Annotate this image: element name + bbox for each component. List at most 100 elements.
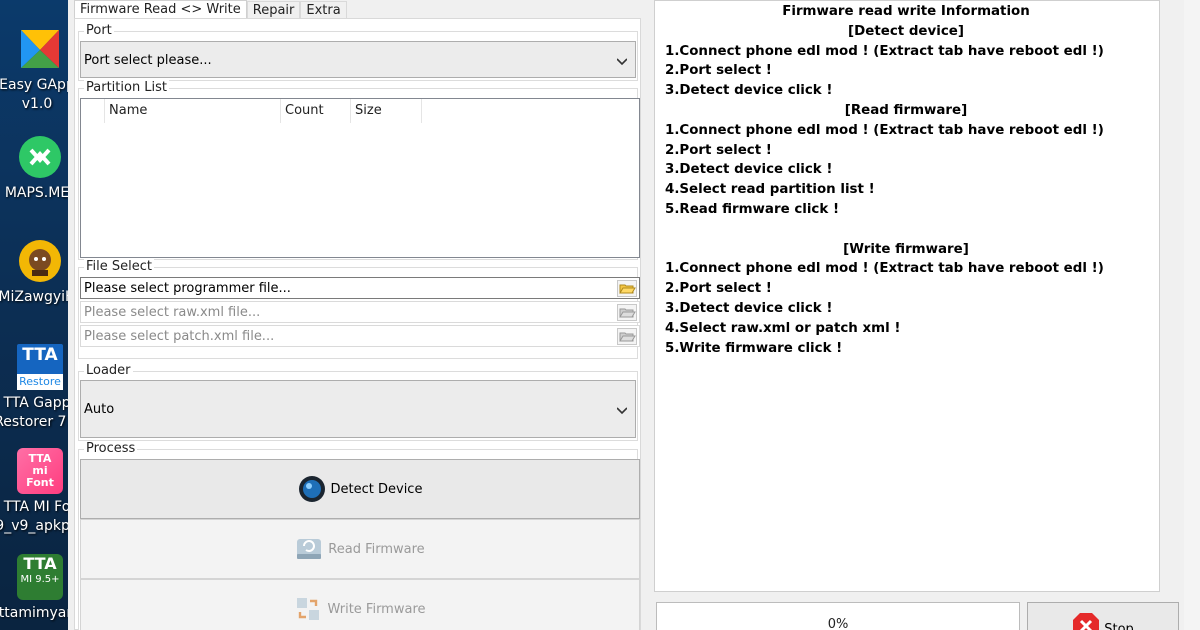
information-panel: Firmware read write Information [Detect …	[654, 0, 1160, 592]
patch-xml-browse-button[interactable]	[617, 328, 637, 345]
chevron-down-icon	[617, 58, 627, 66]
port-group: Port Port select please...	[78, 23, 638, 81]
progress-percent-label: 0%	[827, 617, 849, 630]
programmer-file-field[interactable]: Please select programmer file...	[80, 277, 640, 299]
folder-open-icon	[619, 332, 636, 342]
stop-label: Stop	[1104, 622, 1134, 630]
info-step: 3.Detect device click !	[665, 83, 833, 99]
loader-select-value: Auto	[84, 402, 115, 417]
port-group-title: Port	[84, 23, 114, 38]
icon-badge-text: TTA mi Font	[26, 452, 54, 489]
icon-badge-subtext: Restore	[17, 374, 63, 390]
column-header-size[interactable]: Size	[351, 99, 422, 123]
tta-mi-myanmar-icon: TTA MI 9.5+	[17, 554, 63, 600]
programmer-file-text: Please select programmer file...	[84, 281, 291, 296]
desktop-icon-tta-mi-myanmar[interactable]: TTA MI 9.5+ ttamimyan	[0, 554, 68, 623]
tab-firmware-read-write[interactable]: Firmware Read <> Write	[74, 0, 247, 19]
patch-xml-file-field[interactable]: Please select patch.xml file...	[80, 325, 640, 347]
read-firmware-label: Read Firmware	[328, 541, 425, 557]
partition-list-title: Partition List	[84, 80, 170, 95]
desktop-icon-label: MAPS.ME	[4, 185, 68, 201]
partition-list-header: Name Count Size	[81, 99, 422, 123]
firmware-tab-panel: Port Port select please... Partition Lis…	[74, 18, 641, 630]
port-select[interactable]: Port select please...	[80, 41, 636, 78]
info-step: 1.Connect phone edl mod ! (Extract tab h…	[665, 261, 1104, 277]
detect-section-title: [Detect device]	[848, 23, 964, 39]
detect-device-button[interactable]: Detect Device	[80, 459, 640, 519]
maps-me-icon	[17, 134, 63, 180]
partition-list-view[interactable]: Name Count Size	[80, 98, 640, 258]
programmer-browse-button[interactable]	[617, 280, 637, 297]
port-select-value: Port select please...	[84, 53, 212, 68]
info-step: 2.Port select !	[665, 142, 772, 158]
raw-xml-file-text: Please select raw.xml file...	[84, 305, 261, 320]
raw-xml-browse-button[interactable]	[617, 304, 637, 321]
loader-group-title: Loader	[84, 363, 133, 378]
column-header-count[interactable]: Count	[281, 99, 351, 123]
icon-badge-subtext: MI 9.5+	[20, 574, 60, 585]
desktop-icon-tta-restore[interactable]: TTA Restore TTA Gapp Restorer 7.1	[0, 344, 68, 432]
info-step: 3.Detect device click !	[665, 162, 833, 178]
info-heading: Firmware read write Information	[782, 4, 1030, 19]
desktop-icon-label: ttamimyan	[0, 605, 68, 621]
patch-xml-file-text: Please select patch.xml file...	[84, 329, 275, 344]
process-group: Process Detect Device Read Firmware Writ…	[78, 441, 640, 630]
information-text: Firmware read write Information [Detect …	[655, 1, 1159, 358]
file-select-title: File Select	[84, 259, 154, 274]
chevron-down-icon	[617, 407, 627, 415]
tab-extra[interactable]: Extra	[300, 1, 347, 19]
raw-xml-file-field[interactable]: Please select raw.xml file...	[80, 301, 640, 323]
folder-open-icon	[619, 308, 636, 318]
background-window-edge	[1184, 0, 1200, 630]
partition-list-group: Partition List Name Count Size	[78, 80, 640, 260]
mizawgyi-icon	[17, 238, 63, 284]
info-step: 4.Select read partition list !	[665, 182, 875, 198]
progress-bar: 0%	[656, 602, 1020, 630]
write-firmware-icon	[297, 598, 320, 620]
loader-select[interactable]: Auto	[80, 380, 636, 438]
read-firmware-button[interactable]: Read Firmware	[80, 519, 640, 579]
column-header-check[interactable]	[81, 99, 105, 123]
info-step: 1.Connect phone edl mod ! (Extract tab h…	[665, 43, 1104, 59]
desktop-icon-easy-gapps[interactable]: Easy GApp v1.0	[0, 26, 68, 114]
write-firmware-button[interactable]: Write Firmware	[80, 579, 640, 630]
process-group-title: Process	[84, 441, 138, 456]
detect-device-icon	[298, 476, 325, 502]
info-step: 2.Port select !	[665, 281, 772, 297]
stop-icon	[1073, 613, 1100, 630]
column-header-name[interactable]: Name	[105, 99, 281, 123]
info-step: 1.Connect phone edl mod ! (Extract tab h…	[665, 122, 1104, 138]
desktop-icon-mizawgyi[interactable]: MiZawgyiH	[0, 238, 68, 307]
tab-repair[interactable]: Repair	[246, 1, 301, 19]
file-select-group: File Select Please select programmer fil…	[78, 259, 640, 359]
tta-restore-icon: TTA Restore	[17, 344, 63, 390]
tab-strip: Firmware Read <> Write Repair Extra	[74, 0, 347, 19]
desktop-icon-label: v1.0	[21, 96, 53, 112]
info-step: 5.Read firmware click !	[665, 201, 840, 217]
info-step: 4.Select raw.xml or patch xml !	[665, 320, 901, 336]
stop-button[interactable]: Stop	[1027, 602, 1179, 630]
read-firmware-icon	[297, 539, 322, 559]
folder-open-icon	[619, 284, 636, 294]
icon-badge-text: TTA	[23, 554, 57, 573]
desktop-icon-label: 9_v9_apkpu	[0, 518, 68, 534]
detect-device-label: Detect Device	[330, 481, 423, 497]
desktop-strip: Easy GApp v1.0 MAPS.ME MiZawgyiH TTA Res…	[0, 0, 68, 630]
info-step: 2.Port select !	[665, 63, 772, 79]
desktop-icon-label: TTA Gapp	[3, 395, 69, 411]
info-step: 5.Write firmware click !	[665, 340, 843, 356]
desktop-icon-label: TTA MI Fo	[3, 499, 68, 515]
icon-badge-text: TTA	[22, 345, 58, 365]
tta-mi-font-icon: TTA mi Font	[17, 448, 63, 494]
loader-group: Loader Auto	[78, 363, 638, 441]
desktop-icon-tta-mi-font[interactable]: TTA mi Font TTA MI Fo 9_v9_apkpu	[0, 448, 68, 536]
read-section-title: [Read firmware]	[844, 102, 968, 118]
desktop-icon-maps-me[interactable]: MAPS.ME	[0, 134, 68, 203]
desktop-icon-label: Easy GApp	[0, 77, 68, 93]
info-step: 3.Detect device click !	[665, 300, 833, 316]
write-firmware-label: Write Firmware	[327, 601, 426, 617]
easy-gapps-icon	[17, 26, 63, 72]
app-window: Firmware Read <> Write Repair Extra Port…	[68, 0, 1200, 630]
desktop-icon-label: Restorer 7.1	[0, 414, 68, 430]
